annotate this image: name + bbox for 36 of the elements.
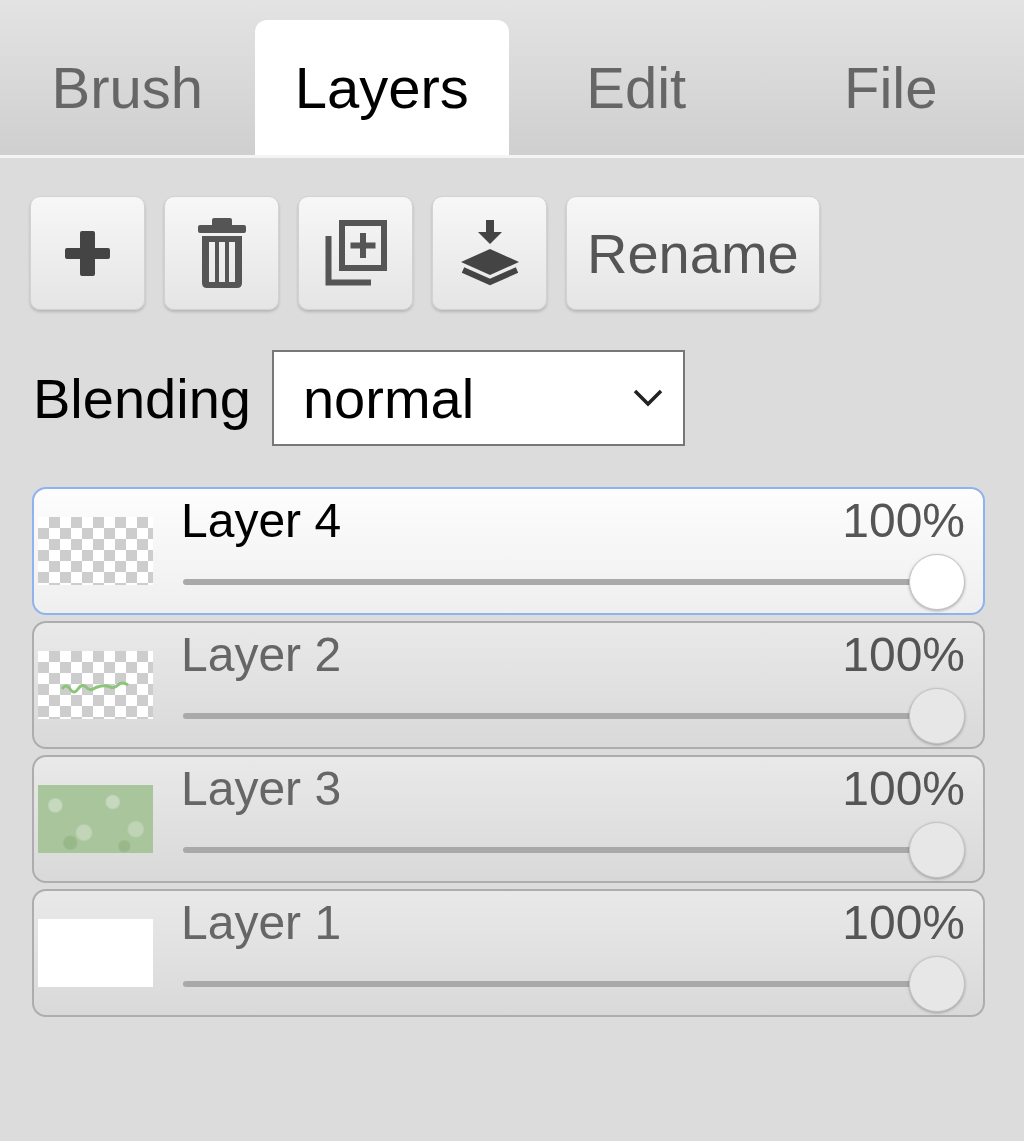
layer-name: Layer 4 — [181, 494, 342, 547]
opacity-slider[interactable] — [183, 821, 965, 878]
duplicate-layer-button[interactable] — [298, 196, 413, 310]
opacity-slider[interactable] — [183, 553, 965, 610]
layer-row[interactable]: Layer 1 100% — [32, 889, 985, 1017]
tab[interactable]: Brush — [0, 20, 255, 155]
slider-thumb[interactable] — [909, 955, 965, 1012]
tab[interactable]: File — [763, 20, 1018, 155]
opacity-value: 100% — [842, 628, 965, 681]
tab[interactable]: Layers — [254, 20, 509, 155]
layer-row[interactable]: Layer 4 100% — [32, 487, 985, 615]
layer-name: Layer 3 — [181, 762, 342, 815]
blending-label: Blending — [33, 365, 251, 431]
chevron-down-icon — [632, 389, 663, 407]
slider-thumb[interactable] — [909, 821, 965, 878]
opacity-value: 100% — [842, 494, 965, 547]
blending-select[interactable]: normal — [271, 350, 685, 446]
opacity-slider[interactable] — [183, 955, 965, 1012]
layer-name: Layer 1 — [181, 896, 342, 949]
opacity-value: 100% — [842, 896, 965, 949]
slider-thumb[interactable] — [909, 553, 965, 610]
duplicate-icon — [324, 220, 387, 286]
merge-down-button[interactable] — [432, 196, 547, 310]
delete-layer-button[interactable] — [164, 196, 279, 310]
layer-row[interactable]: Layer 3 100% — [32, 755, 985, 883]
add-layer-button[interactable] — [30, 196, 145, 310]
opacity-slider[interactable] — [183, 687, 965, 744]
slider-thumb[interactable] — [909, 687, 965, 744]
plus-icon — [65, 230, 110, 276]
layer-name: Layer 2 — [181, 628, 342, 681]
layer-row[interactable]: Layer 2 100% — [32, 621, 985, 749]
trash-icon — [197, 218, 246, 288]
opacity-value: 100% — [842, 762, 965, 815]
tab[interactable]: Edit — [509, 20, 764, 155]
layers-arrow-icon — [459, 220, 520, 286]
rename-button[interactable]: Rename — [566, 196, 820, 310]
